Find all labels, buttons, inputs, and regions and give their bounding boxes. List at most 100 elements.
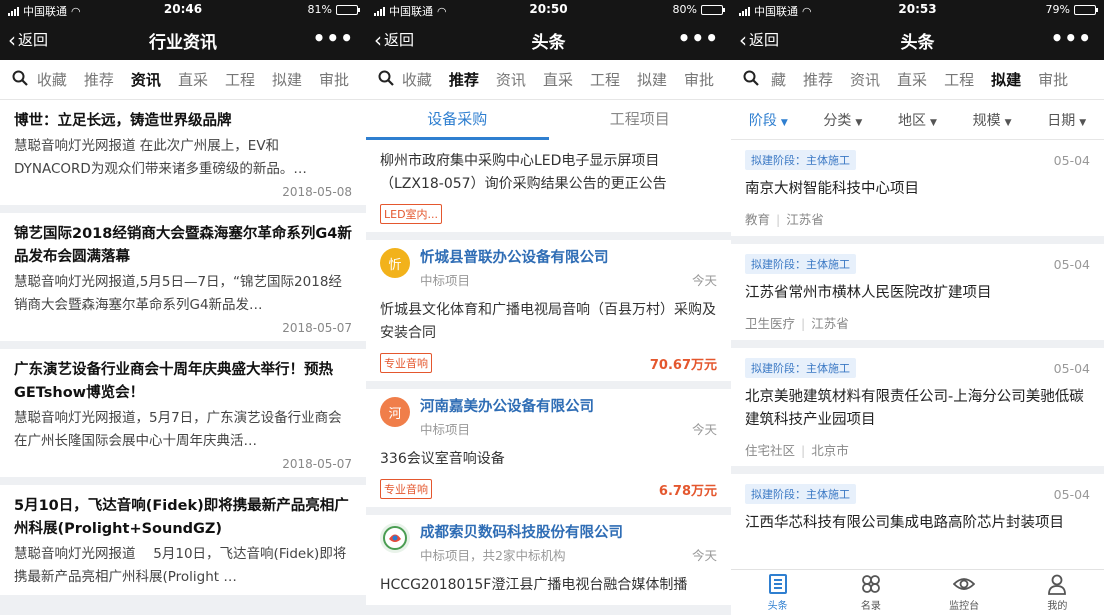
filter-label: 阶段 <box>748 112 777 129</box>
tab-tuijian[interactable]: 推荐 <box>449 69 479 90</box>
filter-label: 规模 <box>972 112 1001 129</box>
company-name[interactable]: 河南嘉美办公设备有限公司 <box>420 397 717 417</box>
eye-icon <box>953 578 976 590</box>
status-bar: 中国联通 ◠ 20:46 81% <box>0 0 366 20</box>
tab-zixun[interactable]: 资讯 <box>850 69 880 90</box>
company-name[interactable]: 成都索贝数码科技股份有限公司 <box>420 523 717 543</box>
tab-shoucang[interactable]: 收藏 <box>402 69 432 90</box>
news-item[interactable]: 博世：立足长远，铸造世界级品牌 慧聪音响灯光网报道 在此次广州展上，EV和DYN… <box>0 100 366 205</box>
subtab-engineering-projects[interactable]: 工程项目 <box>549 100 732 140</box>
card-header: 拟建阶段：主体施工 05-04 <box>745 358 1090 378</box>
company-logo-icon: 忻 <box>380 248 410 278</box>
battery-percent: 80% <box>672 3 697 16</box>
filter-date[interactable]: 日期 ▼ <box>1047 110 1086 130</box>
tab-gongcheng[interactable]: 工程 <box>590 69 620 90</box>
more-icon[interactable]: ••• <box>313 26 354 50</box>
news-item[interactable]: 广东演艺设备行业商会十周年庆典盛大举行！预热GETshow博览会！ 慧聪音响灯光… <box>0 349 366 477</box>
tab-monitor[interactable]: 监控台 <box>918 570 1011 615</box>
search-icon[interactable] <box>743 70 767 90</box>
card-footer: 专业音响 6.78万元 <box>380 479 717 499</box>
sub-tabs: 设备采购 工程项目 <box>366 100 731 140</box>
tab-shenpi[interactable]: 审批 <box>319 69 349 90</box>
status-bar: 中国联通 ◠ 20:53 79% <box>731 0 1104 20</box>
nav-bar: ‹ 返回 头条 ••• <box>731 20 1104 60</box>
filter-category[interactable]: 分类 ▼ <box>823 110 862 130</box>
news-date: 2018-05-07 <box>282 321 352 335</box>
news-item[interactable]: 锦艺国际2018经销商大会暨森海塞尔革命系列G4新品发布会圆满落幕 慧聪音响灯光… <box>0 213 366 341</box>
project-card[interactable]: 拟建阶段：主体施工 05-04 江苏省常州市横林人民医院改扩建项目 卫生医疗 | 江… <box>731 244 1104 340</box>
tab-gongcheng[interactable]: 工程 <box>944 69 974 90</box>
project-card[interactable]: 拟建阶段：主体施工 05-04 北京美驰建筑材料有限责任公司-上海分公司美驰低碳… <box>731 348 1104 466</box>
tab-shenpi[interactable]: 审批 <box>684 69 714 90</box>
award-time: 今天 <box>691 273 717 288</box>
tab-headlines[interactable]: 头条 <box>731 570 824 615</box>
search-icon[interactable] <box>378 70 398 90</box>
tab-label: 名录 <box>860 601 881 612</box>
battery-icon <box>701 4 725 15</box>
tab-tuijian[interactable]: 推荐 <box>84 69 114 90</box>
tab-shenpi[interactable]: 审批 <box>1038 69 1068 90</box>
caret-down-icon: ▼ <box>930 117 937 128</box>
project-category: 卫生医疗 <box>745 316 796 331</box>
news-item[interactable]: 5月10日，飞达音响(Fidek)即将携最新产品亮相广州科展(Prolight+… <box>0 485 366 595</box>
tab-zixun[interactable]: 资讯 <box>131 69 161 90</box>
more-icon[interactable]: ••• <box>1051 26 1092 50</box>
procurement-card[interactable]: 柳州市政府集中采购中心LED电子显示屏项目（LZX18-057）询价采购结果公告… <box>366 140 731 232</box>
company-meta: 成都索贝数码科技股份有限公司 中标项目，共2家中标机构 今天 <box>420 523 717 564</box>
news-title: 5月10日，飞达音响(Fidek)即将携最新产品亮相广州科展(Prolight+… <box>14 498 349 537</box>
project-title: 江西华芯科技有限公司集成电路高阶芯片封装项目 <box>745 515 1064 531</box>
list-icon <box>768 574 787 594</box>
company-logo-icon <box>380 523 410 553</box>
project-region: 江苏省 <box>811 316 849 331</box>
company-name[interactable]: 忻城县普联办公设备有限公司 <box>420 248 717 268</box>
company-sub: 中标项目 今天 <box>420 270 717 289</box>
project-title: 336会议室音响设备 <box>380 451 505 467</box>
subtab-equipment-procurement[interactable]: 设备采购 <box>366 100 549 140</box>
more-icon[interactable]: ••• <box>678 26 719 50</box>
tab-label: 监控台 <box>949 601 980 612</box>
filter-scale[interactable]: 规模 ▼ <box>973 110 1012 130</box>
procurement-card[interactable]: 河 河南嘉美办公设备有限公司 中标项目 今天 336会议室音响设备 专业音响 6… <box>366 389 731 507</box>
award-amount: 6.78万元 <box>658 483 717 499</box>
news-desc: 慧聪音响灯光网报道 在此次广州展上，EV和DYNACORD为观众们带来诸多重磅级… <box>14 138 307 177</box>
news-title: 博世：立足长远，铸造世界级品牌 <box>14 113 232 129</box>
card-header: 拟建阶段：主体施工 05-04 <box>745 150 1090 170</box>
award-type: 中标项目 <box>420 422 471 437</box>
category-tag: 专业音响 <box>380 479 432 499</box>
battery-percent: 81% <box>307 3 332 16</box>
tab-zixun[interactable]: 资讯 <box>496 69 526 90</box>
page-title: 头条 <box>531 33 566 53</box>
project-meta: 卫生医疗 | 江苏省 <box>745 313 1090 332</box>
tab-zhicai[interactable]: 直采 <box>178 69 208 90</box>
tab-gongcheng[interactable]: 工程 <box>225 69 255 90</box>
procurement-card[interactable]: 忻 忻城县普联办公设备有限公司 中标项目 今天 忻城县文化体育和广播电视局音响（… <box>366 240 731 381</box>
tab-nijian[interactable]: 拟建 <box>272 69 302 90</box>
tab-nijian[interactable]: 拟建 <box>991 69 1021 90</box>
category-tag: 专业音响 <box>380 353 432 373</box>
divider: | <box>801 443 806 458</box>
tab-zhicai[interactable]: 直采 <box>897 69 927 90</box>
stage-badge: 拟建阶段：主体施工 <box>745 150 856 170</box>
tab-shoucang[interactable]: 藏 <box>771 69 786 90</box>
card-header: 拟建阶段：主体施工 05-04 <box>745 254 1090 274</box>
filter-region[interactable]: 地区 ▼ <box>898 110 937 130</box>
project-card[interactable]: 拟建阶段：主体施工 05-04 南京大树智能科技中心项目 教育 | 江苏省 <box>731 140 1104 236</box>
card-header: 成都索贝数码科技股份有限公司 中标项目，共2家中标机构 今天 <box>380 523 717 564</box>
project-date: 05-04 <box>1053 486 1090 502</box>
tab-mine[interactable]: 我的 <box>1011 570 1104 615</box>
filter-stage[interactable]: 阶段 ▼ <box>749 110 788 130</box>
search-icon[interactable] <box>12 70 33 90</box>
category-tag: LED室内... <box>380 204 443 224</box>
tab-tuijian[interactable]: 推荐 <box>803 69 833 90</box>
project-title: 柳州市政府集中采购中心LED电子显示屏项目（LZX18-057）询价采购结果公告… <box>380 153 667 192</box>
company-sub: 中标项目 今天 <box>420 419 717 438</box>
tab-shoucang[interactable]: 收藏 <box>37 69 67 90</box>
procurement-card[interactable]: 成都索贝数码科技股份有限公司 中标项目，共2家中标机构 今天 HCCG20180… <box>366 515 731 605</box>
category-tabs: 收藏 推荐 资讯 直采 工程 拟建 审批 <box>366 60 731 100</box>
tab-zhicai[interactable]: 直采 <box>543 69 573 90</box>
tab-nijian[interactable]: 拟建 <box>637 69 667 90</box>
tab-directory[interactable]: 名录 <box>824 570 917 615</box>
filter-bar: 阶段 ▼ 分类 ▼ 地区 ▼ 规模 ▼ 日期 ▼ <box>731 100 1104 140</box>
card-header: 拟建阶段：主体施工 05-04 <box>745 484 1090 504</box>
nav-bar: ‹ 返回 行业资讯 ••• <box>0 20 366 60</box>
